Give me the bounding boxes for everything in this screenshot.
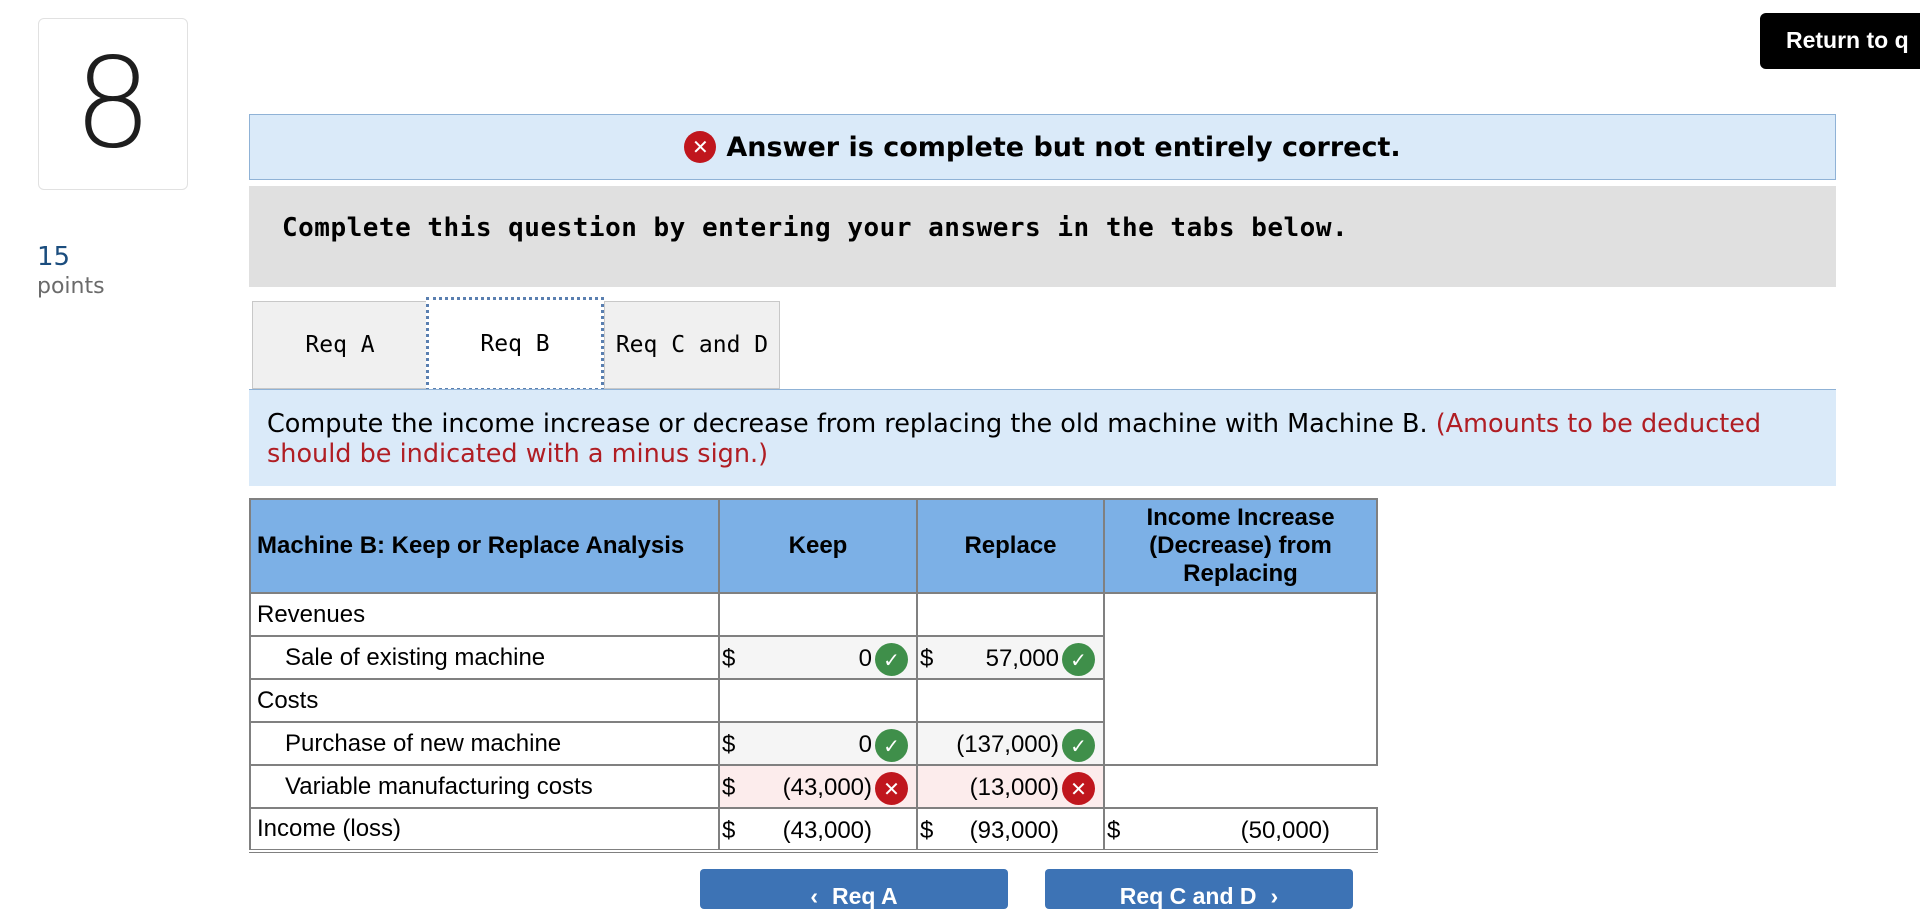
variable-keep-cell[interactable]: $ (43,000) ✕ (718, 764, 918, 809)
checkmark-icon: ✓ (1062, 643, 1095, 676)
income-diff-value: (50,000) (1240, 817, 1330, 844)
x-circle-icon: ✕ (1062, 772, 1095, 805)
currency-symbol: $ (1107, 817, 1121, 844)
row-label-sale: Sale of existing machine (249, 635, 720, 680)
header-income-diff: Income Increase (Decrease) from Replacin… (1103, 498, 1378, 594)
prompt-text: Compute the income increase or decrease … (267, 409, 1428, 439)
return-button[interactable]: Return to q (1760, 13, 1920, 69)
tab-req-b[interactable]: Req B (426, 297, 604, 391)
income-keep-cell: $ (43,000) (718, 807, 918, 852)
prev-tab-button[interactable]: ‹ Req A (700, 869, 1008, 909)
x-circle-icon: ✕ (684, 131, 717, 163)
table-row: Revenues (249, 592, 1378, 766)
tab-req-a[interactable]: Req A (252, 301, 428, 389)
row-label-revenues: Revenues (249, 592, 720, 637)
banner-text: Answer is complete but not entirely corr… (726, 131, 1401, 163)
header-analysis: Machine B: Keep or Replace Analysis (249, 498, 720, 594)
header-replace: Replace (916, 498, 1105, 594)
sale-replace-cell[interactable]: $ 57,000 ✓ (916, 635, 1105, 680)
variable-keep-value: (43,000) (782, 774, 872, 801)
purchase-replace-cell[interactable]: (137,000) ✓ (916, 721, 1105, 766)
variable-replace-cell[interactable]: (13,000) ✕ (916, 764, 1105, 809)
x-circle-icon: ✕ (875, 772, 908, 805)
currency-symbol: $ (722, 817, 736, 844)
currency-symbol: $ (722, 731, 736, 758)
sale-keep-value: 0 (858, 645, 872, 672)
currency-symbol: $ (920, 817, 934, 844)
row-label-costs: Costs (249, 678, 720, 723)
income-keep-value: (43,000) (782, 817, 872, 844)
answer-status-banner: ✕ Answer is complete but not entirely co… (249, 114, 1836, 180)
keep-replace-table: Machine B: Keep or Replace Analysis Keep… (249, 498, 1378, 853)
checkmark-icon: ✓ (875, 729, 908, 762)
row-label-variable: Variable manufacturing costs (249, 764, 720, 809)
tab-req-c-and-d[interactable]: Req C and D (604, 301, 780, 389)
checkmark-icon: ✓ (1062, 729, 1095, 762)
question-prompt: Compute the income increase or decrease … (249, 389, 1836, 486)
question-number-box: 8 (38, 18, 188, 190)
points-label: points (37, 274, 105, 299)
income-replace-cell: $ (93,000) (916, 807, 1105, 852)
table-row: Income (loss) $ (43,000) $ (93,000) $ (5… (249, 807, 1378, 852)
currency-symbol: $ (722, 774, 736, 801)
header-keep: Keep (718, 498, 918, 594)
variable-replace-value: (13,000) (969, 774, 1059, 801)
instruction-text: Complete this question by entering your … (249, 186, 1836, 287)
purchase-replace-value: (137,000) (956, 731, 1059, 758)
purchase-keep-value: 0 (858, 731, 872, 758)
currency-symbol: $ (722, 645, 736, 672)
points-value: 15 (37, 242, 71, 272)
sale-keep-cell[interactable]: $ 0 ✓ (718, 635, 918, 680)
row-label-purchase: Purchase of new machine (249, 721, 720, 766)
row-label-income: Income (loss) (249, 807, 720, 852)
income-diff-cell: $ (50,000) (1103, 807, 1378, 852)
checkmark-icon: ✓ (875, 643, 908, 676)
sale-replace-value: 57,000 (985, 645, 1059, 672)
table-row: Variable manufacturing costs $ (43,000) … (249, 764, 1377, 809)
currency-symbol: $ (920, 645, 934, 672)
question-number: 8 (73, 32, 153, 176)
income-replace-value: (93,000) (969, 817, 1059, 844)
purchase-keep-cell[interactable]: $ 0 ✓ (718, 721, 918, 766)
next-tab-button[interactable]: Req C and D › (1045, 869, 1353, 909)
